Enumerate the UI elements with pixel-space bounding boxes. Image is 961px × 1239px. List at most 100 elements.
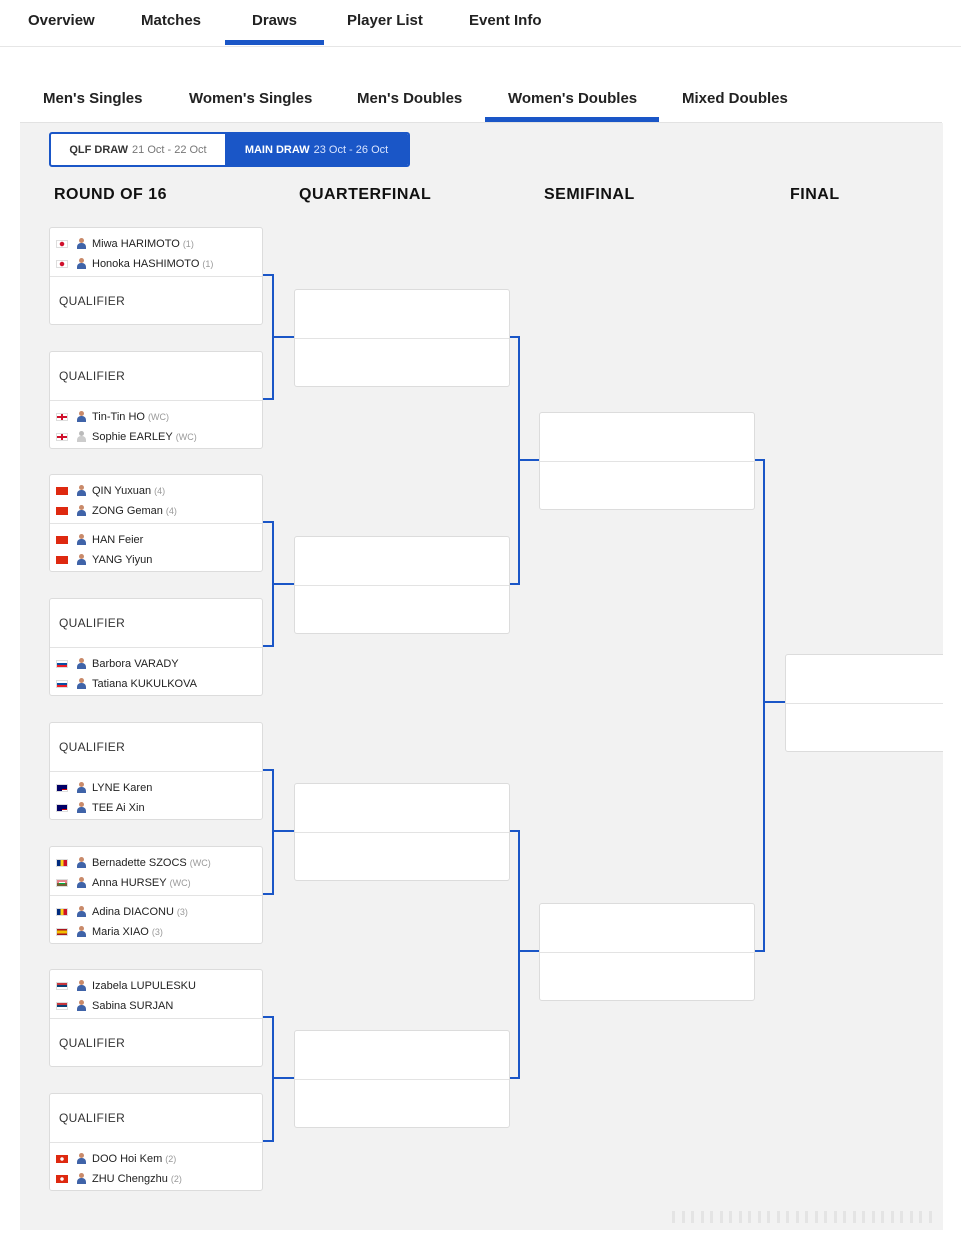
flag-my-icon [56, 804, 68, 812]
scrollbar-tick [862, 1211, 865, 1223]
bracket-connector [510, 336, 539, 585]
qualifier-slot: QUALIFIER [50, 276, 262, 324]
qf-match-2[interactable] [294, 536, 510, 634]
player-name[interactable]: ZHU Chengzhu [92, 1173, 168, 1185]
player-row[interactable]: LYNE Karen [50, 778, 262, 798]
player-name[interactable]: HAN Feier [92, 534, 143, 546]
player-row[interactable]: YANG Yiyun [50, 550, 262, 570]
player-row[interactable]: Adina DIACONU (3) [50, 902, 262, 922]
player-name[interactable]: QIN Yuxuan [92, 485, 151, 497]
player-avatar-icon [76, 658, 87, 670]
r16-match-7[interactable]: Izabela LUPULESKU Sabina SURJAN QUALIFIER [49, 969, 263, 1067]
player-name[interactable]: Bernadette SZOCS [92, 857, 187, 869]
scrollbar-tick [738, 1211, 742, 1223]
r16-match-1[interactable]: Miwa HARIMOTO (1) Honoka HASHIMOTO (1) QUALI… [49, 227, 263, 325]
player-name[interactable]: Maria XIAO [92, 926, 149, 938]
flag-rs-icon [56, 982, 68, 990]
player-seed: (4) [154, 486, 166, 496]
pair-slot: Adina DIACONU (3) Maria XIAO (3) [50, 895, 262, 943]
horizontal-scrollbar[interactable] [672, 1208, 942, 1226]
player-row[interactable]: Izabela LUPULESKU [50, 976, 262, 996]
player-name[interactable]: Sabina SURJAN [92, 1000, 173, 1012]
r16-match-5[interactable]: QUALIFIER LYNE Karen TEE Ai Xin [49, 722, 263, 820]
pair-slot: HAN Feier YANG Yiyun [50, 523, 262, 571]
player-row[interactable]: Honoka HASHIMOTO (1) [50, 254, 262, 274]
player-row[interactable]: DOO Hoi Kem (2) [50, 1149, 262, 1169]
tab-active-indicator [485, 117, 659, 122]
tab-mixed-doubles[interactable]: Mixed Doubles [682, 90, 788, 107]
player-row[interactable]: Sabina SURJAN [50, 996, 262, 1016]
bracket-connector [263, 274, 294, 400]
player-name[interactable]: TEE Ai Xin [92, 802, 145, 814]
player-row[interactable]: Barbora VARADY [50, 654, 262, 674]
player-row[interactable]: QIN Yuxuan (4) [50, 481, 262, 501]
nav-matches[interactable]: Matches [141, 12, 201, 29]
qf-match-1[interactable] [294, 289, 510, 387]
player-name[interactable]: DOO Hoi Kem [92, 1153, 162, 1165]
qualifier-slot: QUALIFIER [50, 599, 262, 647]
nav-draws[interactable]: Draws [252, 12, 297, 29]
final-match[interactable] [785, 654, 943, 752]
player-name[interactable]: Tin-Tin HO [92, 411, 145, 423]
player-row[interactable]: Bernadette SZOCS (WC) [50, 853, 262, 873]
nav-event-info[interactable]: Event Info [469, 12, 542, 29]
r16-match-4[interactable]: QUALIFIER Barbora VARADY Tatiana KUKULKOVA [49, 598, 263, 696]
scrollbar-tick [710, 1211, 713, 1223]
nav-overview[interactable]: Overview [28, 12, 95, 29]
player-seed: (WC) [175, 432, 197, 442]
tab-women-s-singles[interactable]: Women's Singles [189, 90, 312, 107]
player-name[interactable]: Anna HURSEY [92, 877, 167, 889]
scrollbar-tick [719, 1211, 723, 1223]
r16-match-6[interactable]: Bernadette SZOCS (WC) Anna HURSEY (WC) Adina… [49, 846, 263, 944]
tab-men-s-doubles[interactable]: Men's Doubles [357, 90, 462, 107]
nav-player-list[interactable]: Player List [347, 12, 423, 29]
tab-women-s-doubles[interactable]: Women's Doubles [508, 90, 637, 107]
player-row[interactable]: Anna HURSEY (WC) [50, 873, 262, 893]
player-row[interactable]: ZONG Geman (4) [50, 501, 262, 521]
flag-hk-icon [56, 1175, 68, 1183]
player-name[interactable]: Tatiana KUKULKOVA [92, 678, 197, 690]
scrollbar-tick [843, 1211, 846, 1223]
player-row[interactable]: Tatiana KUKULKOVA [50, 674, 262, 694]
player-row[interactable]: Maria XIAO (3) [50, 922, 262, 942]
player-avatar-icon [76, 980, 87, 992]
tab-men-s-singles[interactable]: Men's Singles [43, 90, 142, 107]
sf-match-1[interactable] [539, 412, 755, 510]
scrollbar-tick [890, 1211, 894, 1223]
player-seed: (1) [202, 259, 214, 269]
qualifier-label: QUALIFIER [59, 740, 126, 754]
r16-match-2[interactable]: QUALIFIER Tin-Tin HO (WC) Sophie EARLEY (WC) [49, 351, 263, 449]
player-name[interactable]: Barbora VARADY [92, 658, 179, 670]
player-row[interactable]: HAN Feier [50, 530, 262, 550]
flag-wls-icon [56, 879, 68, 887]
pair-slot: Miwa HARIMOTO (1) Honoka HASHIMOTO (1) [50, 228, 262, 276]
player-row[interactable]: Miwa HARIMOTO (1) [50, 234, 262, 254]
r16-match-8[interactable]: QUALIFIER DOO Hoi Kem (2) ZHU Chengzhu (2) [49, 1093, 263, 1191]
player-row[interactable]: TEE Ai Xin [50, 798, 262, 818]
qualifier-label: QUALIFIER [59, 1036, 126, 1050]
scrollbar-tick [700, 1211, 704, 1223]
player-row[interactable]: Tin-Tin HO (WC) [50, 407, 262, 427]
player-seed: (3) [151, 927, 163, 937]
scrollbar-tick [691, 1211, 694, 1223]
scrollbar-tick [833, 1211, 837, 1223]
player-name[interactable]: YANG Yiyun [92, 554, 152, 566]
player-row[interactable]: ZHU Chengzhu (2) [50, 1169, 262, 1189]
player-avatar-icon [76, 485, 87, 497]
player-name[interactable]: Izabela LUPULESKU [92, 980, 196, 992]
player-name[interactable]: Sophie EARLEY [92, 431, 173, 443]
sf-match-2[interactable] [539, 903, 755, 1001]
player-name[interactable]: Adina DIACONU [92, 906, 174, 918]
player-name[interactable]: ZONG Geman [92, 505, 163, 517]
player-name[interactable]: LYNE Karen [92, 782, 152, 794]
flag-rs-icon [56, 1002, 68, 1010]
qf-match-4[interactable] [294, 1030, 510, 1128]
player-name[interactable]: Miwa HARIMOTO [92, 238, 180, 250]
player-seed: (4) [165, 506, 177, 516]
player-row[interactable]: Sophie EARLEY (WC) [50, 427, 262, 447]
qf-match-3[interactable] [294, 783, 510, 881]
r16-match-3[interactable]: QIN Yuxuan (4) ZONG Geman (4) HAN Feier YANG … [49, 474, 263, 572]
player-avatar-icon [76, 906, 87, 918]
flag-cn-icon [56, 507, 68, 515]
player-name[interactable]: Honoka HASHIMOTO [92, 258, 199, 270]
